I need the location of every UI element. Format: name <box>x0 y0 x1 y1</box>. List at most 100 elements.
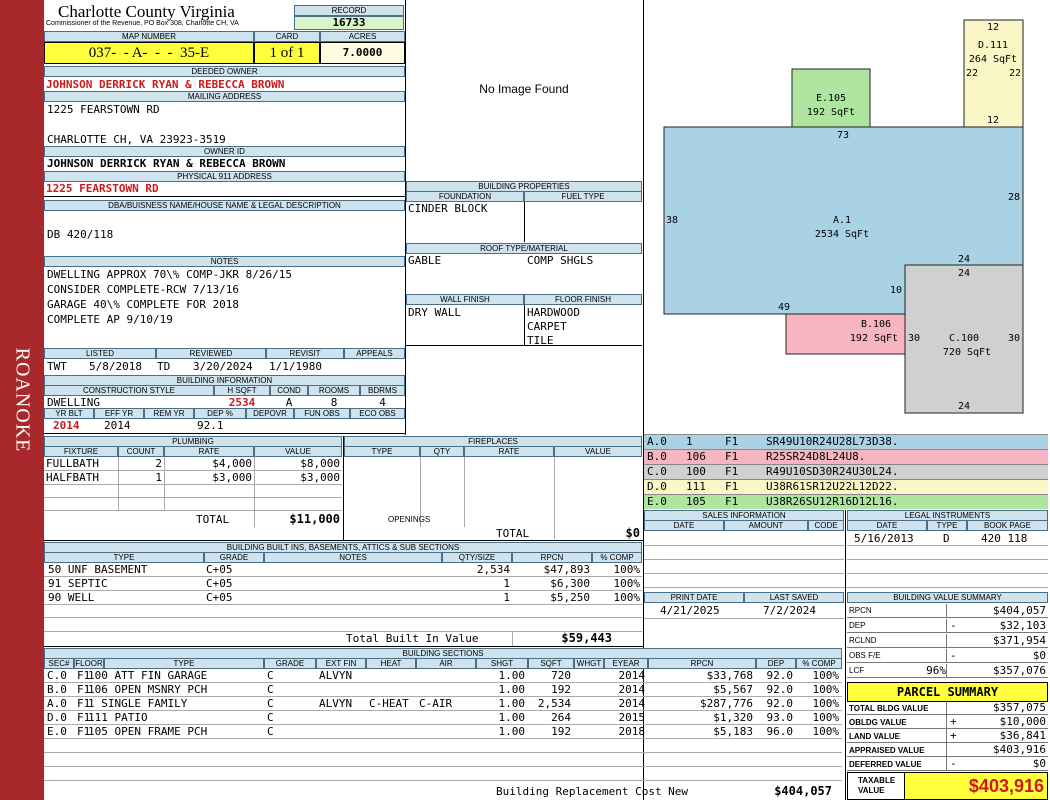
sections-header: WHGT <box>574 658 604 669</box>
section-cell: C-HEAT <box>369 697 409 710</box>
vector-cell: 111 <box>686 480 706 493</box>
sketch-label: 192 SqFt <box>850 333 898 344</box>
parcel-value: $36,841 <box>946 729 1046 742</box>
legal-date: 5/16/2013 <box>854 532 914 545</box>
cond-label: COND <box>270 385 308 396</box>
plumbing-header: VALUE <box>254 446 342 457</box>
building-sketch: A.1 2534 SqFt B.106 192 SqFt C.100 720 S… <box>663 19 1024 414</box>
divider <box>845 510 846 800</box>
vector-cell: 1 <box>686 435 693 448</box>
col-line <box>554 457 555 539</box>
record-value: 16733 <box>294 16 404 30</box>
section-cell: 264 <box>551 711 571 724</box>
bvs-value: $404,057 <box>946 604 1046 618</box>
sketch-dim: 12 <box>987 22 999 33</box>
vector-cell: B.0 <box>647 450 667 463</box>
funobs-label: FUN OBS <box>294 408 350 419</box>
last-saved-label: LAST SAVED <box>744 592 844 603</box>
parcel-label: OBLDG VALUE <box>849 718 907 727</box>
section-cell: 106 OPEN MSNRY PCH <box>88 683 208 696</box>
row-line <box>44 617 642 618</box>
parcel-value: $0 <box>946 757 1046 770</box>
section-cell: $5,567 <box>713 683 753 696</box>
row-line <box>44 510 342 511</box>
row-line <box>44 780 842 781</box>
section-cell: 100% <box>812 711 840 724</box>
sketch-dim: 24 <box>958 401 970 412</box>
no-image-text: No Image Found <box>479 82 569 96</box>
notes-label: NOTES <box>44 256 405 267</box>
section-cell: C <box>267 669 274 682</box>
section-cell: $5,183 <box>713 725 753 738</box>
legal-header: DATE <box>847 520 927 531</box>
row-line <box>44 738 842 739</box>
parcel-label: APPRAISED VALUE <box>849 746 925 755</box>
reviewed-label: REVIEWED <box>156 348 266 359</box>
sketch-label: D.111 <box>978 40 1008 51</box>
row-line <box>44 497 342 498</box>
built-ins-header: TYPE <box>44 552 204 563</box>
card-value: 1 of 1 <box>254 42 320 64</box>
reviewed-date: 3/20/2024 <box>193 360 253 373</box>
divider <box>44 196 405 197</box>
section-cell: 2014 <box>618 669 646 682</box>
section-cell: ALVYN <box>319 697 353 710</box>
bvs-label: BUILDING VALUE SUMMARY <box>847 592 1048 603</box>
deeded-owner-value: JOHNSON DERRICK RYAN & REBECCA BROWN <box>46 78 285 91</box>
built-ins-header: % COMP <box>592 552 642 563</box>
section-cell: 92.0 <box>766 669 794 682</box>
sections-header: GRADE <box>264 658 316 669</box>
sections-header: FLOOR <box>74 658 104 669</box>
rooms-label: ROOMS <box>308 385 360 396</box>
sketch-dim: 28 <box>1008 192 1020 203</box>
owner-id-value: JOHNSON DERRICK RYAN & REBECCA BROWN <box>47 157 286 170</box>
row-line <box>44 752 842 753</box>
parcel-label: DEFERRED VALUE <box>849 760 922 769</box>
revisit-date: 1/1/1980 <box>269 360 322 373</box>
vector-cell: 100 <box>686 465 706 478</box>
fireplace-header: TYPE <box>344 446 420 457</box>
vector-cell: E.0 <box>647 495 667 508</box>
sections-header: EYEAR <box>604 658 648 669</box>
dba-label: DBA/BUISNESS NAME/HOUSE NAME & LEGAL DES… <box>44 200 405 211</box>
built-in-rpcn: $5,250 <box>550 591 590 604</box>
col-line <box>464 457 465 527</box>
divider <box>524 305 525 345</box>
parcel-value: $357,075 <box>946 701 1046 714</box>
roof-label: ROOF TYPE/MATERIAL <box>406 243 642 254</box>
built-in-type: 90 WELL <box>48 591 95 604</box>
section-cell: C <box>267 683 274 696</box>
bvs-label: LCF <box>849 666 865 675</box>
vector-cell: 105 <box>686 495 706 508</box>
built-ins-total: $59,443 <box>561 631 612 645</box>
section-cell: 96.0 <box>766 725 794 738</box>
built-ins-header: GRADE <box>204 552 264 563</box>
sketch-label: 720 SqFt <box>943 347 991 358</box>
vector-cell: F1 <box>725 480 739 493</box>
built-in-qty: 1 <box>503 591 510 604</box>
roof-material-value: COMP SHGLS <box>527 254 594 267</box>
plumbing-header: FIXTURE <box>44 446 118 457</box>
map-number-label: MAP NUMBER <box>44 31 254 42</box>
built-in-grade: C+05 <box>206 577 233 590</box>
section-cell: D.0 <box>47 711 67 724</box>
reviewed-code: TD <box>157 360 171 373</box>
foundation-value: CINDER BLOCK <box>408 202 488 215</box>
sketch-label: C.100 <box>949 333 979 344</box>
vector-cell: U38R26SU12R16D12L16. <box>766 495 899 508</box>
sketch-dim: 10 <box>890 285 902 296</box>
vector-cell: F1 <box>725 495 739 508</box>
sections-total: $404,057 <box>774 784 832 798</box>
section-cell: 93.0 <box>766 711 794 724</box>
sketch-label: 2534 SqFt <box>815 229 869 240</box>
sketch-dim: 24 <box>958 268 970 279</box>
openings-label: OPENINGS <box>388 515 431 524</box>
bvs-value: $0 <box>946 649 1046 663</box>
bvs-sign: 96% <box>926 664 946 677</box>
foundation-label: FOUNDATION <box>406 191 524 202</box>
section-cell: 2018 <box>618 725 646 738</box>
bvs-value: $357,076 <box>946 664 1046 678</box>
vector-cell: F1 <box>725 450 739 463</box>
fireplace-header: VALUE <box>554 446 642 457</box>
note-line: COMPLETE AP 9/10/19 <box>47 313 173 326</box>
